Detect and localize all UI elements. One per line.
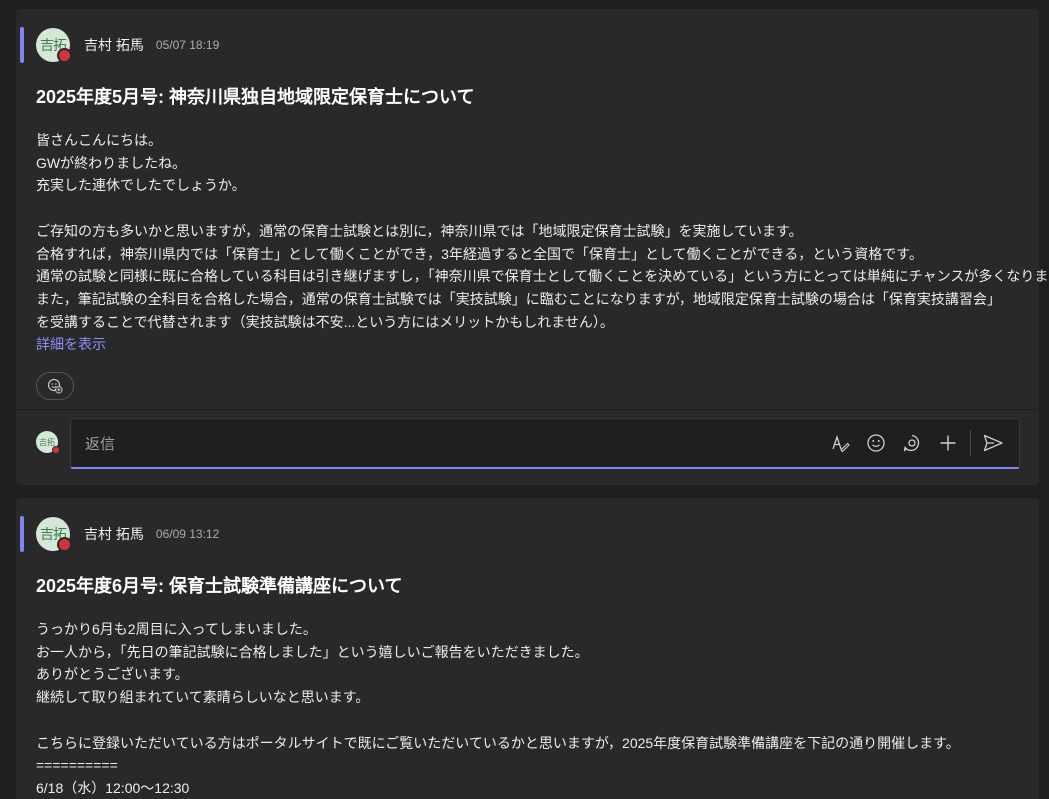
- post-timestamp: 06/09 13:12: [155, 527, 220, 541]
- reply-placeholder: 返信: [85, 436, 116, 453]
- body-line: こちらに登録いただいている方はポータルサイトで既にご覧いただいているかと思います…: [36, 734, 960, 751]
- reply-divider: [16, 409, 1039, 410]
- show-more-link[interactable]: 詳細を表示: [36, 336, 106, 352]
- attach-button[interactable]: [930, 429, 966, 457]
- body-line: ご存知の方も多いかと思いますが，通常の保育士試験とは別に，神奈川県では「地域限定…: [36, 222, 803, 239]
- body-line: うっかり6月も2周目に入ってしまいました。: [36, 621, 317, 637]
- body-line: 充実した連休でしたでしょうか。: [36, 177, 246, 194]
- emoji-button[interactable]: [858, 429, 894, 457]
- format-button[interactable]: [822, 429, 858, 457]
- post-header: 吉拓 吉村 拓馬 05/07 18:19: [36, 27, 219, 63]
- avatar[interactable]: 吉拓: [36, 28, 72, 63]
- post-subject: 2025年度5月号: 神奈川県独自地域限定保育士について: [36, 87, 475, 107]
- send-button[interactable]: [975, 429, 1011, 457]
- body-line: GWが終わりましたね。: [36, 154, 187, 171]
- post-accent-bar: [20, 27, 24, 63]
- body-line: 皆さんこんにちは。: [36, 132, 162, 148]
- body-line: 継続して取り組まれていて素晴らしいなと思います。: [36, 689, 370, 706]
- loop-button[interactable]: [894, 429, 930, 457]
- format-icon: [832, 434, 850, 453]
- presence-busy-icon: [52, 446, 60, 454]
- presence-busy-icon: [57, 537, 72, 552]
- post-subject: 2025年度6月号: 保育士試験準備講座について: [36, 576, 403, 596]
- post-card: 吉拓 吉村 拓馬 05/07 18:19 2025年度5月号: 神奈川県独自地域…: [16, 9, 1049, 485]
- send-icon: [983, 434, 1003, 452]
- add-reaction-button[interactable]: [36, 372, 74, 400]
- reply-toolbar: [822, 429, 1011, 457]
- post-timestamp: 05/07 18:19: [155, 38, 220, 52]
- body-line: 合格すれば，神奈川県内では「保育士」として働くことができ，3年経過すると全国で「…: [36, 245, 923, 262]
- reply-avatar: 吉拓: [36, 431, 60, 454]
- add-reaction-icon: [47, 378, 63, 394]
- post-card: 吉拓 吉村 拓馬 06/09 13:12 2025年度6月号: 保育士試験準備講…: [16, 498, 1039, 799]
- body-line: [36, 709, 1026, 732]
- author-name[interactable]: 吉村 拓馬: [84, 524, 144, 544]
- body-line: また，筆記試験の全科目を合格した場合，通常の保育士試験では「実技試験」に臨むこと…: [36, 290, 1001, 307]
- body-line: ありがとうございます。: [36, 666, 189, 683]
- body-line: を受講することで代替されます（実技試験は不安...という方にはメリットかもしれま…: [36, 313, 614, 330]
- reply-input[interactable]: 返信: [70, 418, 1020, 469]
- body-line: 6/18（水）12:00〜12:30: [36, 779, 190, 796]
- post-body: 皆さんこんにちは。 GWが終わりましたね。 充実した連休でしたでしょうか。 ご存…: [36, 129, 1049, 356]
- avatar[interactable]: 吉拓: [36, 517, 72, 552]
- body-line: お一人から，「先日の筆記試験に合格しました」という嬉しいご報告をいただきました。: [36, 643, 589, 660]
- body-line: 通常の試験と同様に既に合格している科目は引き継げますし，「神奈川県で保育士として…: [36, 268, 1049, 285]
- presence-busy-icon: [57, 48, 72, 63]
- loop-icon: [903, 434, 920, 452]
- plus-icon: [940, 435, 956, 451]
- channel-feed: 吉拓 吉村 拓馬 05/07 18:19 2025年度5月号: 神奈川県独自地域…: [0, 0, 1049, 799]
- body-line: [36, 197, 1026, 220]
- post-header: 吉拓 吉村 拓馬 06/09 13:12: [36, 516, 219, 552]
- emoji-icon: [867, 434, 885, 452]
- post-body: うっかり6月も2周目に入ってしまいました。 お一人から，「先日の筆記試験に合格し…: [36, 618, 1026, 799]
- body-line: ==========: [36, 757, 118, 774]
- toolbar-separator: [970, 430, 971, 456]
- post-accent-bar: [20, 516, 24, 552]
- author-name[interactable]: 吉村 拓馬: [84, 35, 144, 55]
